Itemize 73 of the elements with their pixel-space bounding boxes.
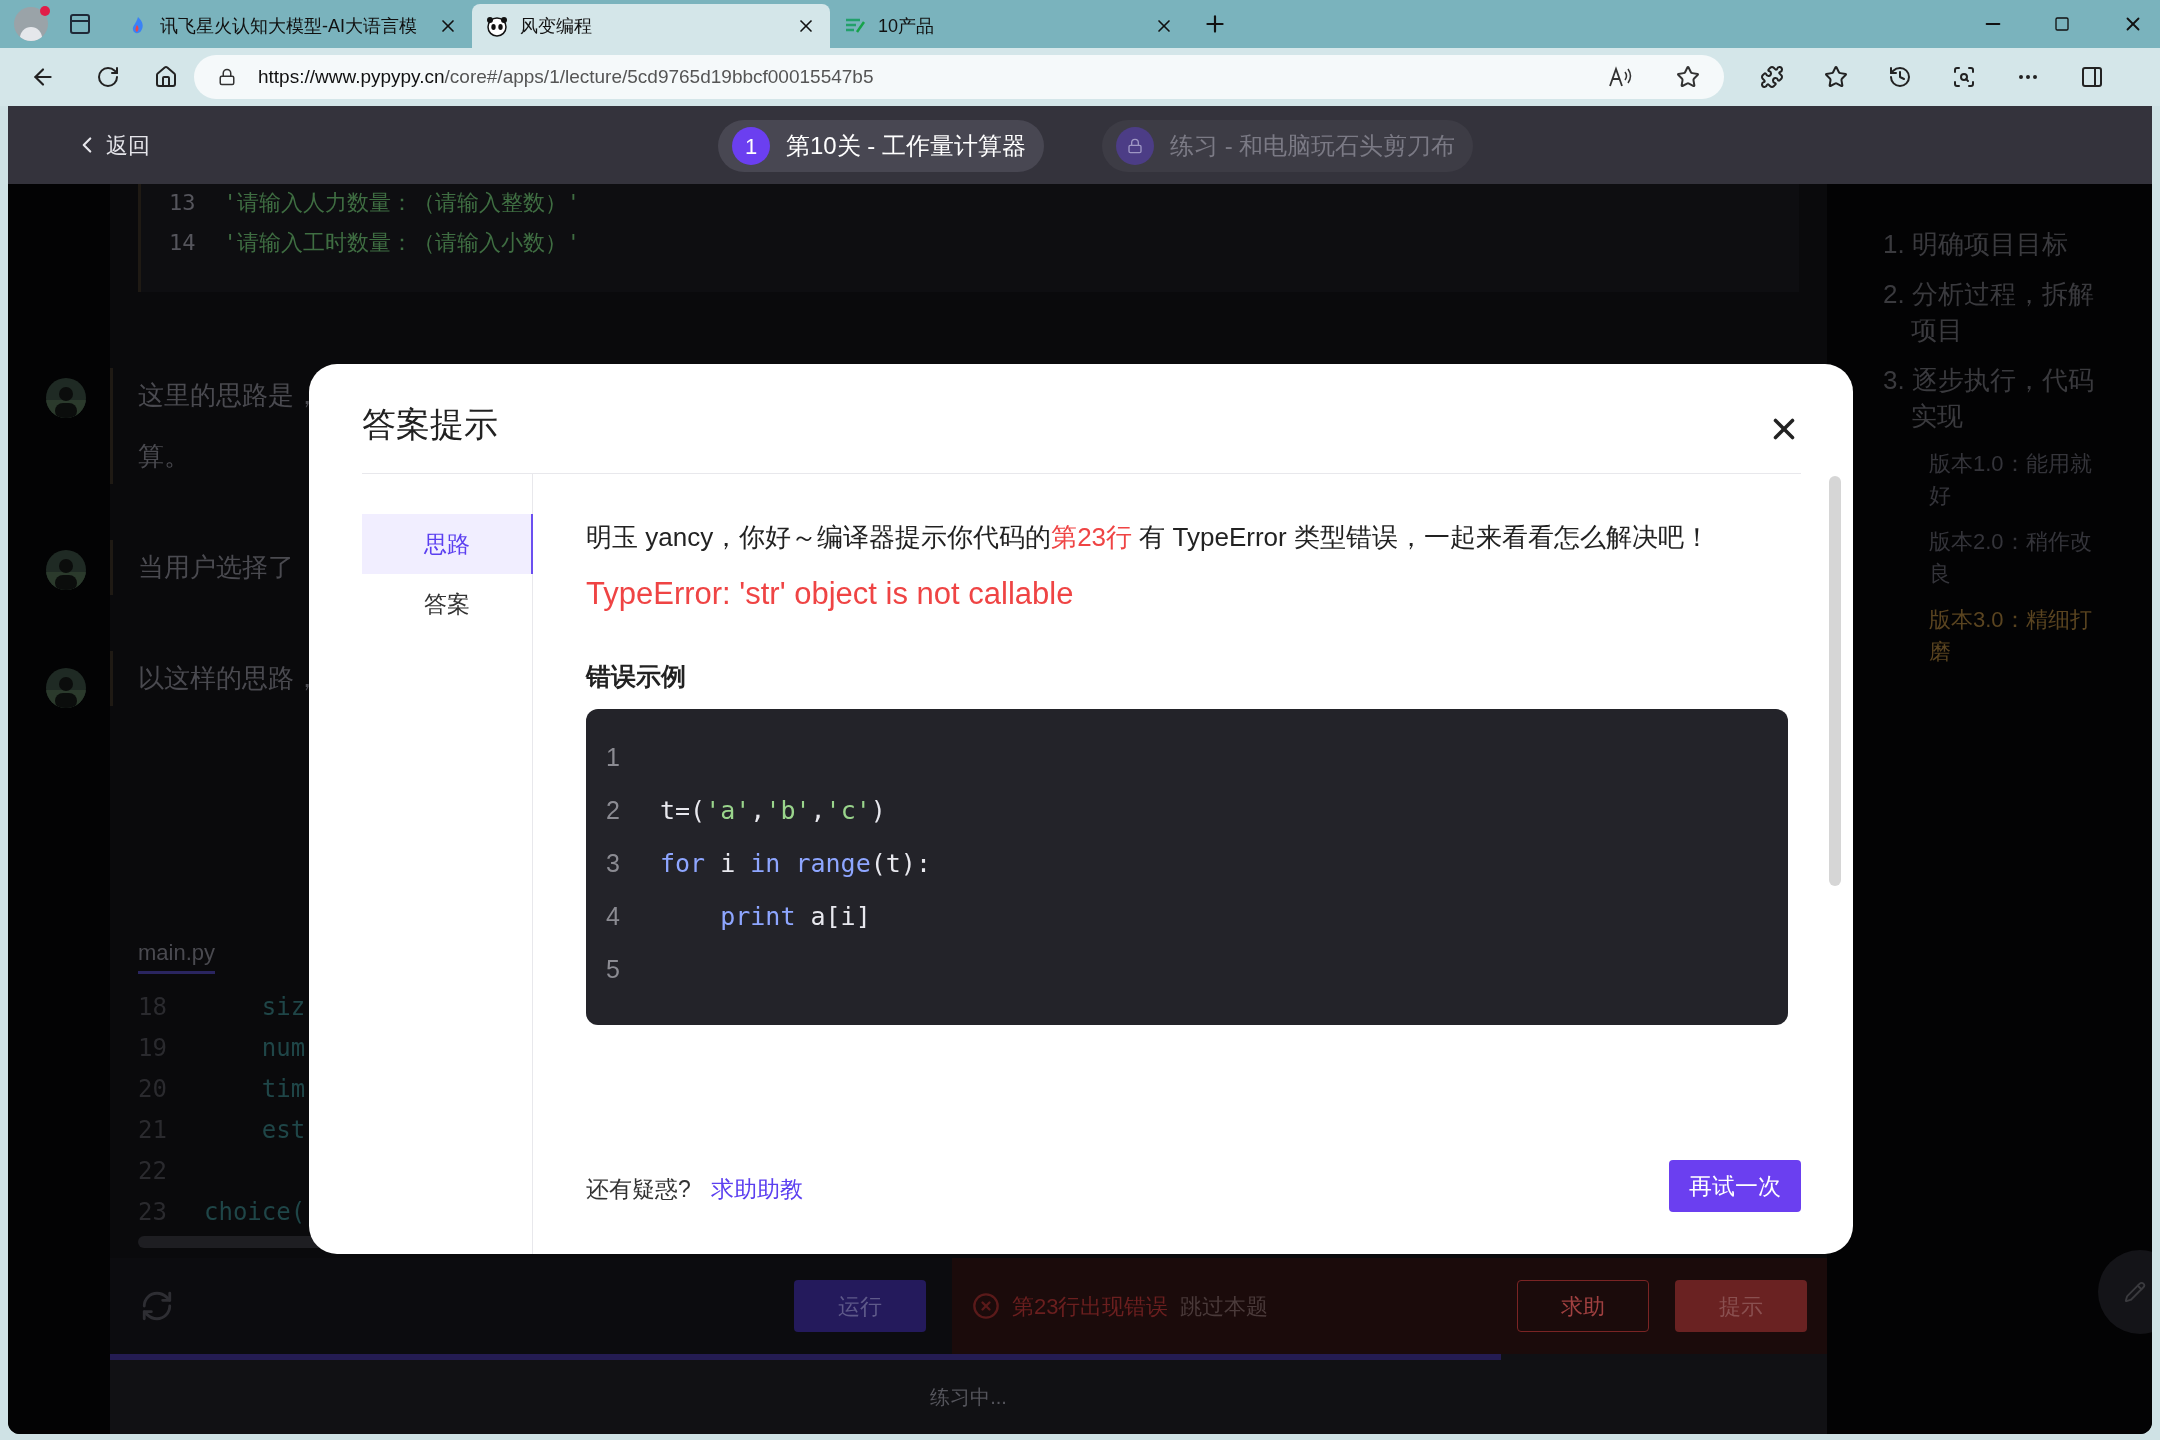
tab-title: 讯飞星火认知大模型-AI大语言模 [160,14,418,38]
message-text: 算。 [138,440,190,473]
dialog-tab[interactable]: 思路 [362,514,533,574]
tab-title: 风变编程 [520,14,593,38]
message-text: 这里的思路是， [138,379,320,412]
code-line: '请输入工时数量：（请输入小数）' [223,229,580,257]
avatar-icon [46,550,86,590]
line-number: 5 [606,954,621,985]
line-number: 1 [606,742,621,773]
avatar-icon [46,668,86,708]
lesson-title: 第10关 - 工作量计算器 [786,131,1028,161]
extensions-icon[interactable] [1760,65,1784,89]
section-heading: 错误示例 [586,660,687,692]
code-line: tim [260,1073,306,1105]
line-number: 3 [606,848,621,879]
help-link[interactable]: 求助助教 [710,1172,803,1207]
reload-icon[interactable] [96,65,120,89]
code-line: choice( [204,1196,306,1228]
message-text: 以这样的思路， [138,662,320,695]
pencil-icon [2124,1281,2146,1303]
lesson-pill[interactable]: 1 第10关 - 工作量计算器 [718,120,1045,172]
code-line: '请输入人力数量：（请输入整数）' [223,189,580,217]
message-text: 当用户选择了 [138,551,294,584]
retry-button[interactable]: 再试一次 [1669,1160,1801,1212]
dialog-title: 答案提示 [362,404,498,445]
line-number: 4 [606,901,621,932]
favorite-icon[interactable] [1676,65,1700,89]
read-aloud-icon[interactable] [1608,66,1634,88]
browser-tab[interactable]: 风变编程 [472,4,830,48]
lesson-number: 1 [732,127,770,165]
restore-icon[interactable] [2054,16,2070,32]
outline-item[interactable]: 3. 逐步执行，代码实现 [1883,362,2103,434]
question-text: 还有疑惑? [586,1175,691,1204]
code-line: siz [260,991,306,1023]
greeting-text: 明玉 yancy，你好～编译器提示你代码的第23行 有 TypeError 类型错误，一起来看看怎么解决吧！ [586,521,1711,554]
code-line: est [260,1114,306,1146]
code-line: num [260,1032,306,1064]
home-icon[interactable] [154,65,178,89]
run-button[interactable]: 运行 [794,1280,926,1332]
code-line: t=('a','b','c') [660,795,886,827]
line-number: 13 [169,189,196,217]
favorites-icon[interactable] [1824,65,1848,89]
line-number: 14 [169,229,196,257]
outline-item[interactable]: 1. 明确项目目标 [1883,226,2103,262]
lock-icon [218,68,236,86]
history-icon[interactable] [1888,65,1912,89]
error-text: TypeError: 'str' object is not callable [586,575,1075,613]
tab-title: 10产品 [878,14,936,38]
screenshot-icon[interactable] [1952,65,1976,89]
browser-tab[interactable]: 讯飞星火认知大模型-AI大语言模 [114,4,472,48]
lesson-pill[interactable]: 练习 - 和电脑玩石头剪刀布 [1102,120,1474,172]
lesson-title: 练习 - 和电脑玩石头剪刀布 [1170,131,1457,161]
lock-icon [1116,127,1155,165]
status-text: 练习中... [930,1385,1007,1410]
sidebar-icon[interactable] [2080,65,2104,89]
help-button[interactable]: 求助 [1517,1280,1649,1332]
url-text: https://www.pypypy.cn/core#/apps/1/lecture/5cd9765d19bbcf00015547b5 [258,64,875,89]
line-number: 2 [606,795,621,826]
error-message: 第23行出现错误 [1012,1292,1169,1321]
back-button[interactable]: 返回 [74,128,150,162]
code-line: print a[i] [719,901,871,933]
browser-tab[interactable]: 10产品 [830,4,1188,48]
address-bar[interactable]: https://www.pypypy.cn/core#/apps/1/lecture/5cd9765d19bbcf00015547b5 [194,55,1724,99]
code-line: for i in range(t): [660,848,931,880]
file-tab[interactable]: main.py [138,936,216,974]
profile-avatar[interactable] [14,7,48,41]
error-icon [972,1292,1000,1320]
panda-icon [486,15,508,37]
tab-actions-icon[interactable] [68,12,92,36]
avatar-icon [46,378,86,418]
outline-subitem[interactable]: 版本3.0：精细打磨 [1929,604,2109,668]
dialog-tab[interactable]: 答案 [362,574,532,634]
outline-item[interactable]: 2. 分析过程，拆解项目 [1883,276,2103,348]
